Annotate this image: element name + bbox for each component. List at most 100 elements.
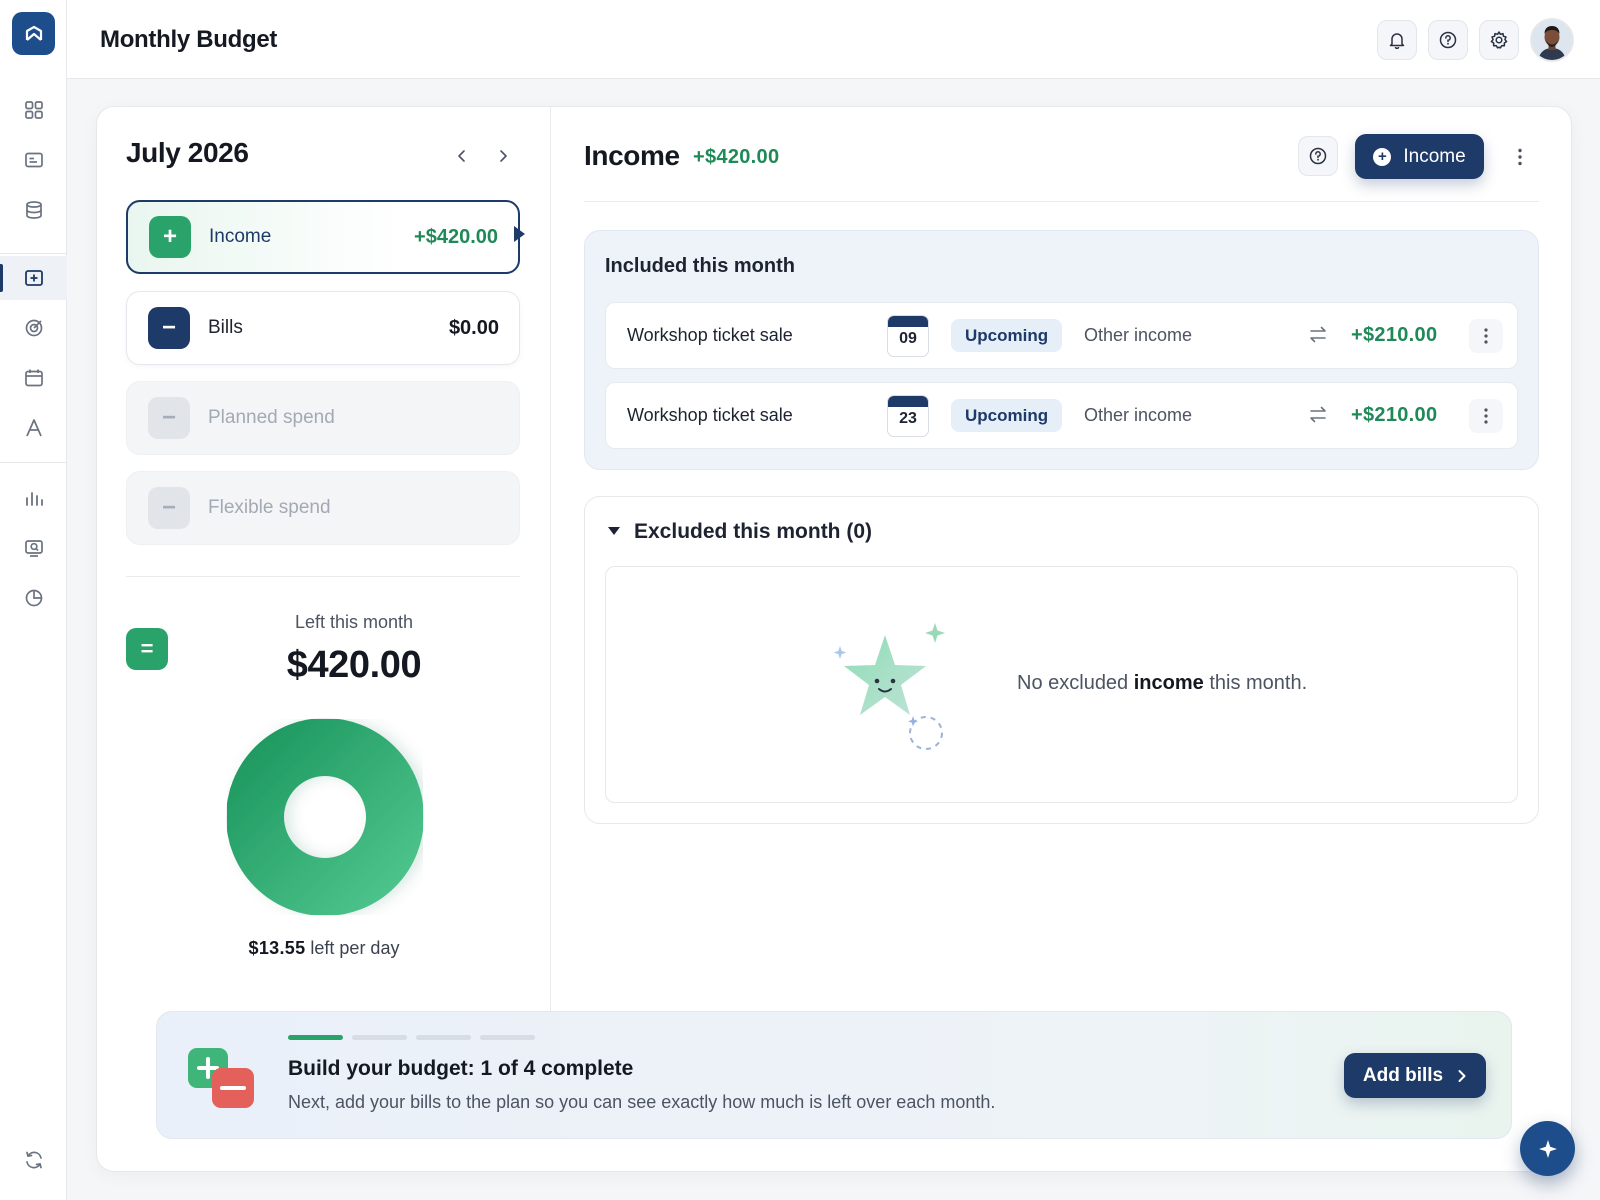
transaction-day: 23: [899, 410, 917, 427]
app-logo-icon[interactable]: [12, 12, 55, 55]
transaction-category: Other income: [1084, 405, 1193, 425]
top-bar: Monthly Budget: [67, 0, 1600, 79]
included-title: Included this month: [605, 255, 795, 277]
transaction-name: Workshop ticket sale: [627, 325, 793, 345]
empty-state-message: No excluded income this month.: [1017, 672, 1307, 695]
search-report-icon: [24, 540, 43, 557]
avatar[interactable]: [1530, 18, 1574, 62]
plus-icon: +: [1373, 147, 1392, 166]
add-bills-button[interactable]: Add bills: [1344, 1053, 1486, 1098]
left-this-month-amount: $420.00: [286, 644, 422, 686]
equals-icon: =: [126, 628, 168, 670]
nav-data[interactable]: [0, 188, 67, 232]
settings-button[interactable]: [1479, 20, 1519, 60]
add-bills-label: Add bills: [1362, 1064, 1444, 1086]
transaction-row[interactable]: Workshop ticket sale 23 Upcoming Other i…: [605, 382, 1518, 449]
help-icon: [1309, 147, 1327, 165]
notifications-button[interactable]: [1377, 20, 1417, 60]
help-icon: [1439, 31, 1457, 49]
panel-total: +$420.00: [693, 146, 780, 168]
transaction-amount: +$210.00: [1351, 404, 1438, 426]
category-label: Income: [209, 226, 272, 247]
panel-title: Income: [584, 140, 680, 171]
empty-text-emphasis: income: [1133, 672, 1204, 694]
add-income-button[interactable]: + Income: [1355, 134, 1484, 179]
progress-step: [288, 1035, 343, 1040]
onboarding-title: Build your budget: 1 of 4 complete: [288, 1057, 634, 1080]
minus-icon: −: [148, 487, 190, 529]
sparkle-icon: [1538, 1139, 1557, 1158]
font-icon: [25, 419, 42, 437]
left-donut-chart: [226, 718, 424, 916]
category-label: Flexible spend: [208, 497, 331, 518]
nav-budget[interactable]: [0, 256, 67, 300]
nav-goals[interactable]: [0, 306, 67, 350]
card-icon: [24, 152, 43, 168]
progress-step: [480, 1035, 535, 1040]
refresh-icon: [25, 1151, 42, 1169]
excluded-toggle[interactable]: Excluded this month (0): [634, 520, 872, 544]
nav-dashboard[interactable]: [0, 88, 67, 132]
grid-icon: [24, 101, 43, 119]
empty-text-suffix: this month.: [1203, 672, 1308, 694]
panel-help-button[interactable]: [1298, 136, 1338, 176]
more-vertical-icon: [1484, 328, 1488, 344]
summary-divider: [126, 576, 520, 577]
nav-calendar[interactable]: [0, 356, 67, 400]
transaction-more-button[interactable]: [1469, 319, 1503, 353]
nav-font[interactable]: [0, 406, 67, 450]
progress-step: [416, 1035, 471, 1040]
progress-step: [352, 1035, 407, 1040]
nav-sync[interactable]: [0, 1138, 67, 1182]
nav-search-reports[interactable]: [0, 526, 67, 570]
per-day-amount: $13.55: [248, 938, 306, 958]
onboarding-subtitle: Next, add your bills to the plan so you …: [288, 1092, 996, 1112]
more-vertical-icon: [1484, 408, 1488, 424]
transaction-category: Other income: [1084, 325, 1193, 345]
per-day-text: $13.55 left per day: [174, 938, 474, 959]
rail-divider: [0, 253, 67, 254]
pie-chart-icon: [25, 589, 42, 607]
previous-month-button[interactable]: [448, 142, 476, 170]
transaction-day: 09: [899, 330, 917, 347]
target-icon: [25, 319, 42, 337]
calendar-date-icon: 09: [887, 315, 929, 357]
minus-icon: −: [148, 397, 190, 439]
calendar-icon: [24, 369, 43, 387]
more-vertical-icon: [1518, 148, 1522, 166]
nav-reports[interactable]: [0, 476, 67, 520]
minus-icon: −: [148, 307, 190, 349]
plus-minus-illustration: [188, 1048, 254, 1108]
category-planned-spend[interactable]: − Planned spend: [126, 381, 520, 455]
recurring-swap-icon[interactable]: [1308, 323, 1328, 347]
category-label: Planned spend: [208, 407, 335, 428]
month-title: July 2026: [126, 137, 249, 168]
help-button[interactable]: [1428, 20, 1468, 60]
nav-analytics[interactable]: [0, 576, 67, 620]
category-income[interactable]: + Income +$420.00: [126, 200, 520, 274]
panel-more-button[interactable]: [1508, 142, 1532, 172]
chevron-right-icon: [1458, 1069, 1466, 1082]
empty-text-prefix: No excluded: [1017, 672, 1134, 694]
next-month-button[interactable]: [489, 142, 517, 170]
database-icon: [25, 201, 42, 219]
collapse-caret-icon[interactable]: [608, 527, 620, 535]
assistant-sparkle-button[interactable]: [1520, 1121, 1575, 1176]
budget-plus-icon: [24, 270, 43, 286]
category-amount: $0.00: [448, 316, 499, 339]
per-day-label: left per day: [310, 938, 400, 958]
transaction-more-button[interactable]: [1469, 399, 1503, 433]
category-bills[interactable]: − Bills $0.00: [126, 291, 520, 365]
recurring-swap-icon[interactable]: [1308, 403, 1328, 427]
bell-icon: [1389, 33, 1405, 49]
chevron-left-icon: [458, 150, 465, 162]
transaction-row[interactable]: Workshop ticket sale 09 Upcoming Other i…: [605, 302, 1518, 369]
category-label: Bills: [208, 317, 243, 338]
nav-accounts[interactable]: [0, 138, 67, 182]
add-income-label: Income: [1403, 145, 1466, 167]
gear-icon: [1490, 31, 1508, 49]
transaction-name: Workshop ticket sale: [627, 405, 793, 425]
smiling-star-illustration: [833, 623, 945, 750]
nav-rail: [0, 0, 67, 1200]
category-flexible-spend[interactable]: − Flexible spend: [126, 471, 520, 545]
